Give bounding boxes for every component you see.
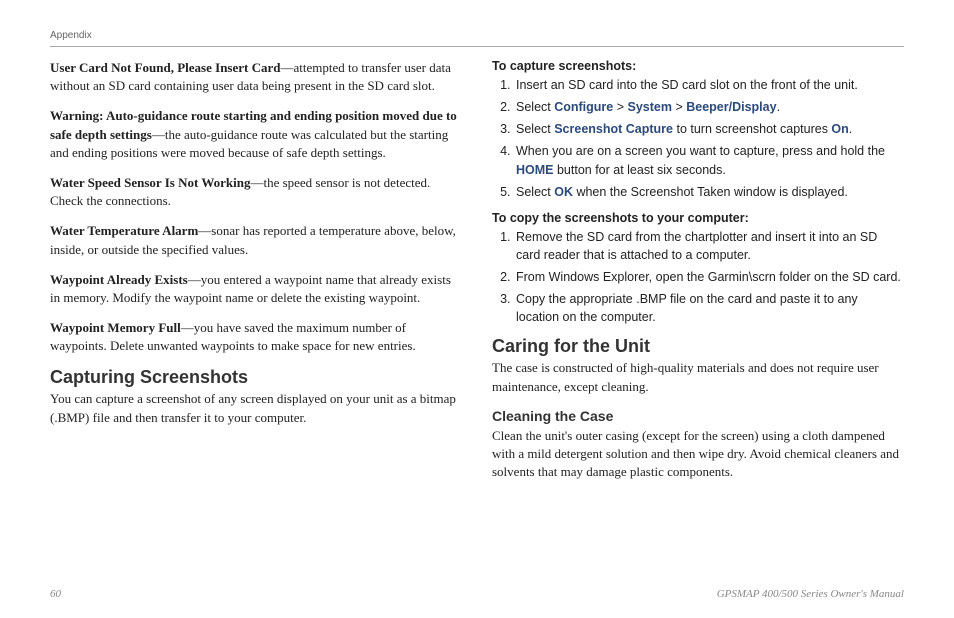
msg-water-temp: Water Temperature Alarm—sonar has report…: [50, 222, 462, 258]
divider: [50, 46, 904, 47]
heading-caring: Caring for the Unit: [492, 336, 904, 357]
para-cleaning: Clean the unit's outer casing (except fo…: [492, 427, 904, 482]
list-item: Remove the SD card from the chartplotter…: [514, 228, 904, 264]
list-item: Insert an SD card into the SD card slot …: [514, 76, 904, 94]
msg-waypoint-exists: Waypoint Already Exists—you entered a wa…: [50, 271, 462, 307]
msg-auto-guidance: Warning: Auto-guidance route starting an…: [50, 107, 462, 162]
heading-to-capture: To capture screenshots:: [492, 59, 904, 73]
right-column: To capture screenshots: Insert an SD car…: [492, 59, 904, 493]
list-item: Select OK when the Screenshot Taken wind…: [514, 183, 904, 201]
para-screenshot-intro: You can capture a screenshot of any scre…: [50, 390, 462, 426]
list-item: Copy the appropriate .BMP file on the ca…: [514, 290, 904, 326]
msg-waypoint-full: Waypoint Memory Full—you have saved the …: [50, 319, 462, 355]
heading-capturing-screenshots: Capturing Screenshots: [50, 367, 462, 388]
list-item: Select Configure > System > Beeper/Displ…: [514, 98, 904, 116]
msg-user-card: User Card Not Found, Please Insert Card—…: [50, 59, 462, 95]
left-column: User Card Not Found, Please Insert Card—…: [50, 59, 462, 493]
manual-title: GPSMAP 400/500 Series Owner's Manual: [717, 588, 904, 600]
footer: 60 GPSMAP 400/500 Series Owner's Manual: [50, 588, 904, 600]
section-header: Appendix: [50, 30, 904, 41]
list-item: Select Screenshot Capture to turn screen…: [514, 120, 904, 138]
content-columns: User Card Not Found, Please Insert Card—…: [50, 59, 904, 493]
heading-to-copy: To copy the screenshots to your computer…: [492, 211, 904, 225]
capture-steps: Insert an SD card into the SD card slot …: [492, 76, 904, 201]
list-item: When you are on a screen you want to cap…: [514, 142, 904, 178]
copy-steps: Remove the SD card from the chartplotter…: [492, 228, 904, 327]
msg-water-speed: Water Speed Sensor Is Not Working—the sp…: [50, 174, 462, 210]
para-caring: The case is constructed of high-quality …: [492, 359, 904, 395]
heading-cleaning-case: Cleaning the Case: [492, 408, 904, 424]
page-number: 60: [50, 588, 61, 600]
list-item: From Windows Explorer, open the Garmin\s…: [514, 268, 904, 286]
